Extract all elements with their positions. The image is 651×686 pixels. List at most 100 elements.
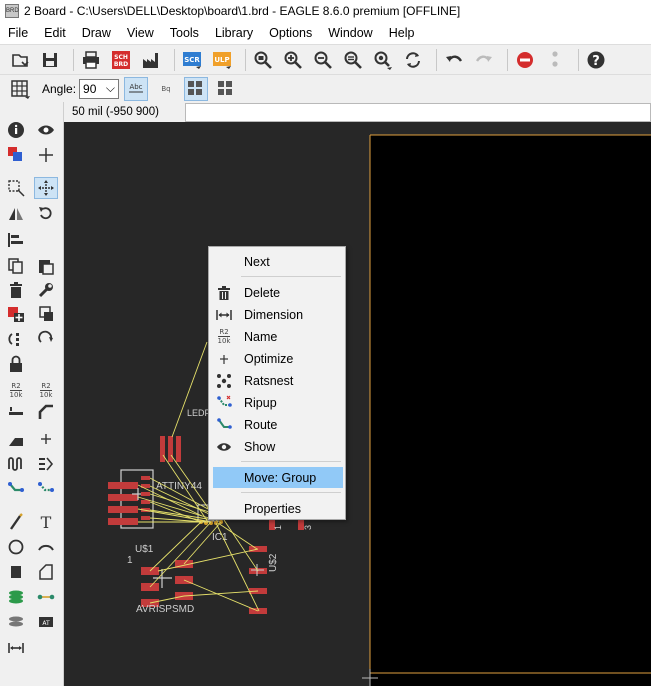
delete-icon[interactable] [4,279,28,301]
split-icon[interactable] [4,428,28,450]
ratsnest-icon [214,372,234,390]
ic-pad [141,476,150,480]
copy-icon[interactable] [4,255,28,277]
mark-icon[interactable] [34,144,58,166]
open-icon[interactable] [8,48,32,72]
undo-icon[interactable] [442,48,466,72]
miter-icon[interactable] [34,401,58,423]
lock-icon[interactable] [4,353,28,375]
svg-text:AT: AT [42,620,50,627]
text-spin-icon[interactable]: Bq [154,77,178,101]
polygon-icon[interactable] [34,561,58,583]
info-icon[interactable] [4,119,28,141]
circle-icon[interactable] [4,536,28,558]
context-item-show[interactable]: Show [213,436,343,457]
stop-icon[interactable] [513,48,537,72]
group-icon[interactable] [4,177,28,199]
menu-library[interactable]: Library [207,26,261,40]
u1-label: U$1 [135,544,154,555]
menu-view[interactable]: View [119,26,162,40]
via-icon[interactable] [4,586,28,608]
redraw-icon[interactable] [401,48,425,72]
context-item-ripup[interactable]: Ripup [213,392,343,413]
paste-icon[interactable] [34,255,58,277]
zoom-fit-icon[interactable] [251,48,275,72]
eye-icon[interactable] [34,119,58,141]
ripup-icon[interactable] [34,478,58,500]
value-icon[interactable]: R2 10k [34,379,58,401]
optimize-icon[interactable] [34,428,58,450]
signal-icon[interactable] [34,586,58,608]
ic1-label: IC1 [212,532,228,543]
ulp-icon[interactable]: ULP [210,48,234,72]
board-canvas[interactable]: LEDF U$1 ATTINY44 IC1 U$2 1 3 1 AVRISPSM… [64,122,651,686]
rotate-icon[interactable] [34,203,58,225]
move-icon[interactable] [34,177,58,199]
add-icon[interactable] [4,303,28,325]
menu-help[interactable]: Help [381,26,423,40]
route-icon[interactable] [4,478,28,500]
mirror-icon[interactable] [4,203,28,225]
context-item-delete[interactable]: Delete [213,282,343,303]
zoom-in-icon[interactable] [281,48,305,72]
context-item-name[interactable]: R2 10k Name [213,326,343,347]
print-icon[interactable] [79,48,103,72]
zoom-redraw-icon[interactable] [341,48,365,72]
command-line-input[interactable] [185,103,651,122]
sch-brd-switch-icon[interactable]: SCH BRD [109,48,133,72]
led-label: LEDF [187,408,211,418]
redo-icon[interactable] [472,48,496,72]
context-item-dimension[interactable]: Dimension [213,304,343,325]
context-item-next[interactable]: Next [213,251,343,272]
u1-pad [108,482,138,489]
script-icon[interactable]: SCR [180,48,204,72]
menu-draw[interactable]: Draw [74,26,119,40]
layout-icon-2[interactable] [214,77,238,101]
change-icon[interactable] [34,328,58,350]
zoom-select-icon[interactable] [371,48,395,72]
u1-pad [108,494,138,501]
save-icon[interactable] [38,48,62,72]
go-icon[interactable] [543,48,567,72]
angle-select[interactable]: 90 ⌵ [79,78,120,99]
menu-window[interactable]: Window [320,26,380,40]
layer-icon[interactable] [4,144,28,166]
hole-icon[interactable] [4,611,28,633]
zoom-out-icon[interactable] [311,48,335,72]
cam-icon[interactable] [139,48,163,72]
rect-icon[interactable] [4,561,28,583]
layout-icon-1[interactable] [184,76,209,101]
text-mirror-icon[interactable]: Abc [124,76,149,101]
align-icon[interactable] [4,229,28,251]
context-item-properties[interactable]: Properties [213,498,343,519]
grid-icon[interactable] [8,77,32,101]
wire-icon[interactable] [4,511,28,533]
arc-icon[interactable] [34,536,58,558]
menu-bar: File Edit Draw View Tools Library Option… [0,22,651,44]
wrench-icon[interactable] [34,279,58,301]
attribute-icon[interactable]: AT [34,611,58,633]
pin1-right-label: 1 [273,525,283,530]
menu-file[interactable]: File [0,26,36,40]
help-icon[interactable]: ? [584,48,608,72]
name-icon[interactable]: R2 10k [4,379,28,401]
dimension-icon[interactable] [4,637,28,659]
ulp-label: ULP [214,56,229,64]
layers-icon[interactable] [34,453,58,475]
replace-icon[interactable] [34,303,58,325]
title-bar: BRD 2 Board - C:\Users\DELL\Desktop\boar… [0,0,651,22]
menu-options[interactable]: Options [261,26,320,40]
eye-icon [214,438,234,456]
menu-tools[interactable]: Tools [162,26,207,40]
context-item-optimize[interactable]: Optimize [213,348,343,369]
menu-edit[interactable]: Edit [36,26,74,40]
meander-icon[interactable] [4,453,28,475]
smash-icon[interactable] [4,401,28,423]
context-item-ratsnest[interactable]: Ratsnest [213,370,343,391]
context-item-move-group[interactable]: Move: Group [213,467,343,488]
context-item-route[interactable]: Route [213,414,343,435]
swap-icon[interactable] [4,328,28,350]
coordinate-display: 50 mil (-950 900) [72,106,159,118]
text-icon[interactable]: T [34,511,58,533]
brd-label: BRD [114,61,128,68]
